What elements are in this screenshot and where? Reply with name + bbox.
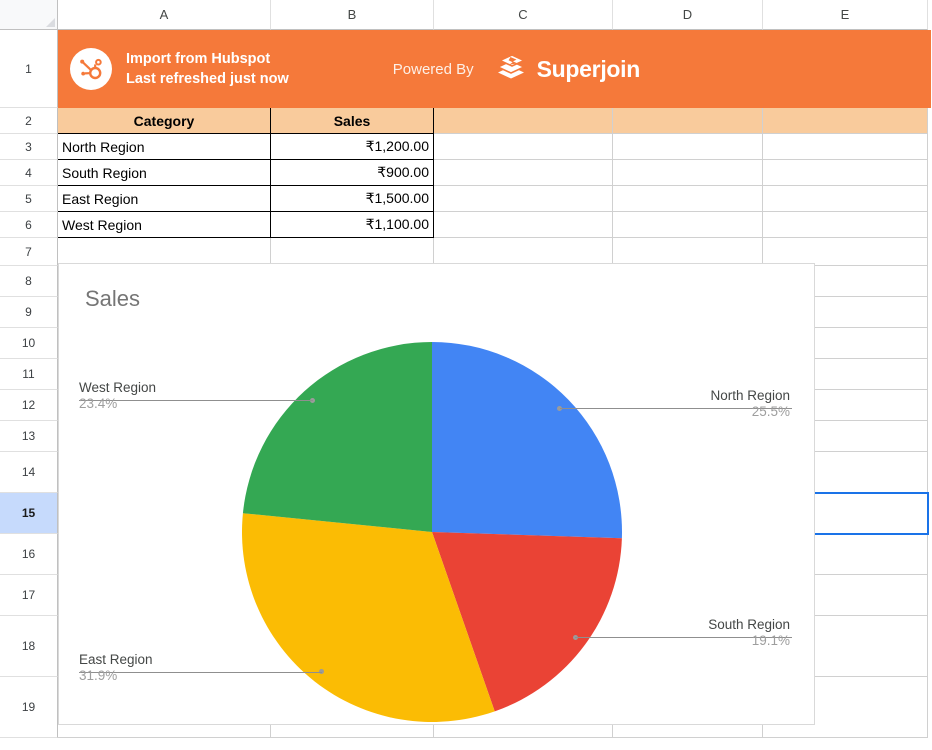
cell-A3[interactable]: North Region [58,134,271,160]
callout-label-south-region: South Region 19.1% [708,617,790,649]
callout-name-east-region: East Region [79,651,153,667]
cell-C2[interactable] [434,108,613,134]
callout-name-north-region: North Region [710,388,790,404]
cell-D6[interactable] [613,212,763,238]
row-header-9[interactable]: 9 [0,297,58,328]
cell-B7[interactable] [271,238,434,266]
row-header-3[interactable]: 3 [0,134,58,160]
row-header-17[interactable]: 17 [0,575,58,616]
column-header-A[interactable]: A [58,0,271,30]
cell-D2[interactable] [613,108,763,134]
cell-D5[interactable] [613,186,763,212]
row-header-7[interactable]: 7 [0,238,58,266]
table-row: North Region ₹1,200.00 [58,134,928,160]
cell-B3[interactable]: ₹1,200.00 [271,134,434,160]
row-header-13[interactable]: 13 [0,421,58,452]
callout-percent-south-region: 19.1% [751,633,790,649]
cell-C7[interactable] [434,238,613,266]
row-header-column: 1 2 3 4 5 6 7 8 9 10 11 12 13 14 15 16 17 18 19 [0,30,58,738]
cell-C5[interactable] [434,186,613,212]
row-header-5[interactable]: 5 [0,186,58,212]
superjoin-layers-icon [494,52,528,87]
spreadsheet-app: ABCDE 1 2 3 4 5 6 7 8 9 10 11 12 13 14 15 16 17 18 19 Cate… [0,0,932,750]
row-header-6[interactable]: 6 [0,212,58,238]
cell-A5[interactable]: East Region [58,186,271,212]
cell-A4[interactable]: South Region [58,160,271,186]
cell-E7[interactable] [763,238,928,266]
callout-label-north-region: North Region 25.5% [710,388,790,420]
hubspot-import-banner[interactable]: Import from Hubspot Last refreshed just … [58,30,931,108]
row-header-2[interactable]: 2 [0,108,58,134]
callout-percent-east-region: 31.9% [79,667,118,683]
table-row [58,238,928,266]
powered-by-label: Powered By [392,60,474,78]
row-header-19[interactable]: 19 [0,677,58,738]
cell-E5[interactable] [763,186,928,212]
row-header-4[interactable]: 4 [0,160,58,186]
sales-pie-chart[interactable]: Sales North Region 25.5% South Region 19.1%… [58,263,815,725]
column-header-C[interactable]: C [434,0,613,30]
table-row: East Region ₹1,500.00 [58,186,928,212]
column-header-B[interactable]: B [271,0,434,30]
cell-D7[interactable] [613,238,763,266]
cell-A7[interactable] [58,238,271,266]
select-all-corner[interactable] [0,0,58,30]
column-header-D[interactable]: D [613,0,763,30]
callout-name-west-region: West Region [79,380,157,396]
column-header-E[interactable]: E [763,0,928,30]
callout-label-west-region: West Region 23.4% [79,380,156,412]
row-header-15[interactable]: 15 [0,493,58,534]
table-row: Category Sales [58,108,928,134]
hubspot-sprocket-icon [70,48,112,90]
cell-B4[interactable]: ₹900.00 [271,160,434,186]
select-all-triangle-icon [46,18,55,27]
table-row: West Region ₹1,100.00 [58,212,928,238]
cell-B6[interactable]: ₹1,100.00 [271,212,434,238]
cell-C6[interactable] [434,212,613,238]
cell-E4[interactable] [763,160,928,186]
callout-percent-west-region: 23.4% [79,396,118,412]
cell-B2[interactable]: Sales [271,108,434,134]
row-header-14[interactable]: 14 [0,452,58,493]
superjoin-brand[interactable]: Superjoin [494,52,640,87]
cell-C4[interactable] [434,160,613,186]
row-header-12[interactable]: 12 [0,390,58,421]
table-row: South Region ₹900.00 [58,160,928,186]
row-header-1[interactable]: 1 [0,30,58,108]
column-header-row: ABCDE [58,0,928,30]
row-header-16[interactable]: 16 [0,534,58,575]
cell-A6[interactable]: West Region [58,212,271,238]
pie-chart-canvas [241,342,622,722]
banner-title-text: Import from Hubspot Last refreshed just … [126,51,289,87]
row-header-10[interactable]: 10 [0,328,58,359]
row-header-8[interactable]: 8 [0,266,58,297]
callout-label-east-region: East Region 31.9% [79,652,153,684]
row-header-11[interactable]: 11 [0,359,58,390]
callout-name-south-region: South Region [708,617,790,633]
superjoin-wordmark: Superjoin [536,55,641,82]
cell-E2[interactable] [763,108,928,134]
cell-A2[interactable]: Category [58,108,271,134]
cell-E6[interactable] [763,212,928,238]
callout-percent-north-region: 25.5% [751,404,790,420]
cell-E3[interactable] [763,134,928,160]
row-header-18[interactable]: 18 [0,616,58,677]
cell-B5[interactable]: ₹1,500.00 [271,186,434,212]
cell-D3[interactable] [613,134,763,160]
cell-C3[interactable] [434,134,613,160]
pie-slice-west-region[interactable] [242,342,432,532]
pie-slice-north-region[interactable] [432,342,622,539]
cell-D4[interactable] [613,160,763,186]
